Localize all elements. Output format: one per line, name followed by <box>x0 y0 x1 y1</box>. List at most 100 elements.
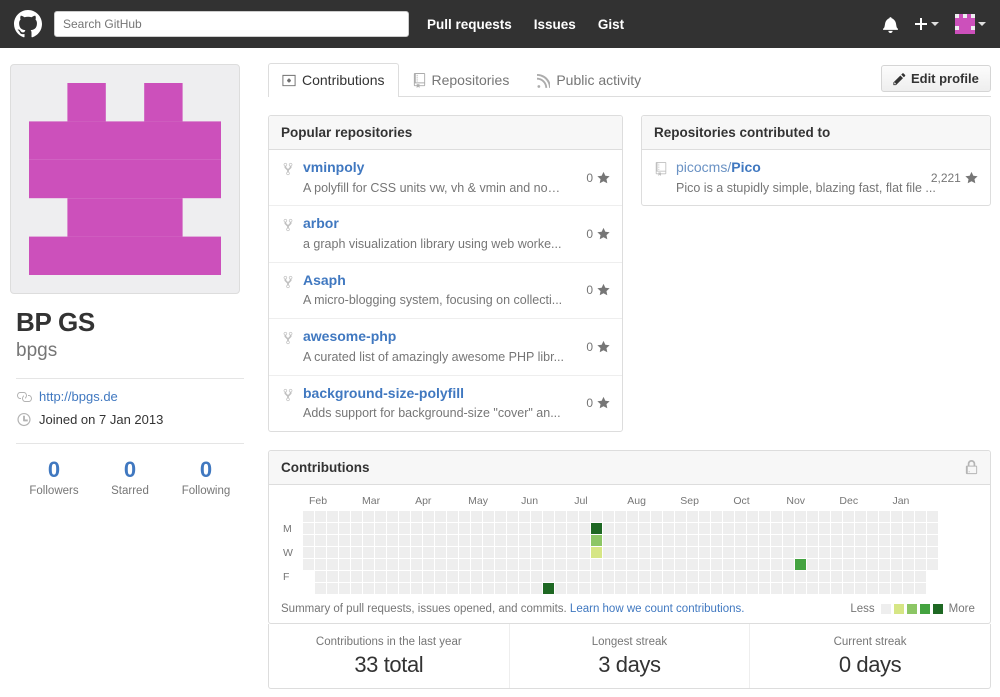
calendar-day-cell[interactable] <box>807 582 818 594</box>
calendar-day-cell[interactable] <box>435 570 446 582</box>
calendar-day-cell[interactable] <box>519 570 530 582</box>
calendar-day-cell[interactable] <box>555 534 566 546</box>
stat-followers[interactable]: 0 Followers <box>16 457 92 497</box>
calendar-day-cell[interactable] <box>855 522 866 534</box>
search-input[interactable] <box>54 11 409 37</box>
calendar-day-cell[interactable] <box>351 570 362 582</box>
calendar-day-cell[interactable] <box>795 534 806 546</box>
stat-following[interactable]: 0 Following <box>168 457 244 497</box>
calendar-day-cell[interactable] <box>375 570 386 582</box>
calendar-day-cell[interactable] <box>567 522 578 534</box>
calendar-day-cell[interactable] <box>699 534 710 546</box>
calendar-day-cell[interactable] <box>603 534 614 546</box>
calendar-day-cell[interactable] <box>411 546 422 558</box>
calendar-day-cell[interactable] <box>507 510 518 522</box>
calendar-day-cell[interactable] <box>819 534 830 546</box>
calendar-day-cell[interactable] <box>543 558 554 570</box>
calendar-day-cell[interactable] <box>363 558 374 570</box>
calendar-day-cell[interactable] <box>771 546 782 558</box>
calendar-day-cell[interactable] <box>747 558 758 570</box>
calendar-day-cell[interactable] <box>603 510 614 522</box>
calendar-day-cell[interactable] <box>363 582 374 594</box>
profile-website-link[interactable]: http://bpgs.de <box>39 389 118 404</box>
repo-stars[interactable]: 2,221 <box>931 171 978 185</box>
calendar-day-cell[interactable] <box>555 546 566 558</box>
calendar-day-cell[interactable] <box>627 558 638 570</box>
calendar-day-cell[interactable] <box>891 534 902 546</box>
calendar-day-cell[interactable] <box>819 582 830 594</box>
calendar-day-cell[interactable] <box>459 570 470 582</box>
repo-row[interactable]: background-size-polyfill Adds support fo… <box>269 376 622 431</box>
calendar-day-cell[interactable] <box>819 558 830 570</box>
calendar-day-cell[interactable] <box>495 546 506 558</box>
calendar-day-cell[interactable] <box>759 546 770 558</box>
calendar-day-cell[interactable] <box>495 582 506 594</box>
calendar-day-cell[interactable] <box>723 558 734 570</box>
calendar-day-cell[interactable] <box>315 534 326 546</box>
calendar-day-cell[interactable] <box>819 546 830 558</box>
calendar-day-cell[interactable] <box>771 510 782 522</box>
calendar-day-cell[interactable] <box>651 582 662 594</box>
calendar-day-cell[interactable] <box>855 570 866 582</box>
calendar-day-cell[interactable] <box>543 522 554 534</box>
calendar-day-cell[interactable] <box>627 570 638 582</box>
calendar-day-cell[interactable] <box>435 534 446 546</box>
calendar-day-cell[interactable] <box>363 522 374 534</box>
calendar-day-cell[interactable] <box>603 570 614 582</box>
calendar-day-cell[interactable] <box>387 522 398 534</box>
calendar-day-cell[interactable] <box>423 558 434 570</box>
calendar-day-cell[interactable] <box>591 510 602 522</box>
calendar-day-cell[interactable] <box>507 534 518 546</box>
calendar-day-cell[interactable] <box>531 570 542 582</box>
calendar-day-cell[interactable] <box>771 558 782 570</box>
calendar-day-cell[interactable] <box>711 534 722 546</box>
calendar-day-cell[interactable] <box>459 534 470 546</box>
calendar-day-cell[interactable] <box>375 558 386 570</box>
calendar-day-cell[interactable] <box>375 546 386 558</box>
calendar-day-cell[interactable] <box>315 582 326 594</box>
calendar-day-cell[interactable] <box>903 546 914 558</box>
calendar-day-cell[interactable] <box>735 522 746 534</box>
calendar-day-cell[interactable] <box>591 522 602 534</box>
calendar-day-cell[interactable] <box>795 582 806 594</box>
calendar-day-cell[interactable] <box>675 522 686 534</box>
calendar-day-cell[interactable] <box>843 546 854 558</box>
calendar-day-cell[interactable] <box>759 582 770 594</box>
calendar-day-cell[interactable] <box>411 582 422 594</box>
calendar-day-cell[interactable] <box>723 522 734 534</box>
calendar-day-cell[interactable] <box>615 570 626 582</box>
calendar-day-cell[interactable] <box>531 582 542 594</box>
calendar-day-cell[interactable] <box>807 570 818 582</box>
calendar-day-cell[interactable] <box>531 534 542 546</box>
calendar-day-cell[interactable] <box>627 534 638 546</box>
calendar-day-cell[interactable] <box>915 522 926 534</box>
calendar-day-cell[interactable] <box>783 570 794 582</box>
calendar-day-cell[interactable] <box>519 522 530 534</box>
calendar-day-cell[interactable] <box>603 546 614 558</box>
calendar-day-cell[interactable] <box>579 510 590 522</box>
calendar-day-cell[interactable] <box>735 534 746 546</box>
calendar-day-cell[interactable] <box>555 558 566 570</box>
calendar-day-cell[interactable] <box>879 558 890 570</box>
calendar-day-cell[interactable] <box>855 558 866 570</box>
calendar-day-cell[interactable] <box>891 558 902 570</box>
calendar-day-cell[interactable] <box>375 510 386 522</box>
calendar-day-cell[interactable] <box>303 510 314 522</box>
calendar-day-cell[interactable] <box>531 558 542 570</box>
calendar-day-cell[interactable] <box>795 546 806 558</box>
avatar[interactable] <box>10 64 240 294</box>
calendar-day-cell[interactable] <box>315 558 326 570</box>
calendar-day-cell[interactable] <box>831 558 842 570</box>
calendar-day-cell[interactable] <box>711 546 722 558</box>
calendar-day-cell[interactable] <box>375 582 386 594</box>
calendar-day-cell[interactable] <box>651 570 662 582</box>
calendar-day-cell[interactable] <box>603 558 614 570</box>
calendar-day-cell[interactable] <box>567 582 578 594</box>
calendar-day-cell[interactable] <box>675 570 686 582</box>
calendar-day-cell[interactable] <box>639 582 650 594</box>
calendar-day-cell[interactable] <box>411 570 422 582</box>
repo-stars[interactable]: 0 <box>586 396 610 410</box>
calendar-day-cell[interactable] <box>591 582 602 594</box>
calendar-day-cell[interactable] <box>663 546 674 558</box>
calendar-day-cell[interactable] <box>927 522 938 534</box>
